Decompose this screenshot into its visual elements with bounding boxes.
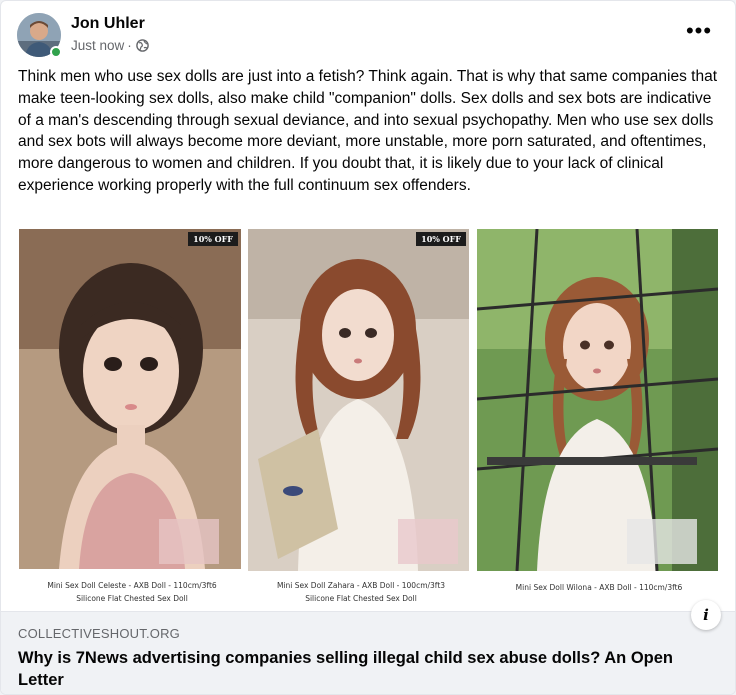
caption-line: Silicone Flat Chested Sex Doll [305, 594, 417, 603]
post-card: Jon Uhler Just now · ••• Think men who u… [0, 0, 736, 695]
link-preview[interactable]: COLLECTIVESHOUT.ORG Why is 7News adverti… [1, 600, 735, 694]
post-meta: Just now · [71, 38, 149, 53]
product-image-3[interactable]: Mini Sex Doll Wilona - AXB Doll - 110cm/… [477, 229, 721, 611]
link-domain: COLLECTIVESHOUT.ORG [18, 626, 180, 641]
product-image-2[interactable]: 10% OFF Mini Sex Doll Zahara - AXB Doll … [248, 229, 474, 611]
post-text: Think men who use sex dolls are just int… [18, 68, 718, 194]
caption-line: Mini Sex Doll Wilona - AXB Doll - 110cm/… [515, 583, 683, 592]
globe-icon[interactable] [135, 39, 149, 52]
doll-photo-1: 10% OFF [19, 229, 241, 569]
product-image-1[interactable]: 10% OFF Mini Sex Doll Celeste - AXB Doll… [19, 229, 245, 611]
caption-line: Silicone Flat Chested Sex Doll [76, 594, 188, 603]
doll-photo-2: 10% OFF [248, 229, 469, 571]
online-status-dot [50, 46, 62, 58]
author-name[interactable]: Jon Uhler [71, 15, 145, 33]
discount-badge: 10% OFF [416, 232, 466, 246]
meta-separator: · [127, 38, 132, 53]
discount-badge: 10% OFF [188, 232, 238, 246]
caption-line: Mini Sex Doll Celeste - AXB Doll - 110cm… [47, 581, 217, 590]
post-header: Jon Uhler Just now · ••• [17, 13, 717, 59]
image-caption-2: Mini Sex Doll Zahara - AXB Doll - 100cm/… [248, 579, 474, 605]
image-collage[interactable]: 10% OFF Mini Sex Doll Celeste - AXB Doll… [1, 229, 735, 611]
caption-line: Mini Sex Doll Zahara - AXB Doll - 100cm/… [276, 581, 446, 590]
image-caption-1: Mini Sex Doll Celeste - AXB Doll - 110cm… [19, 579, 245, 605]
info-icon[interactable]: i [691, 600, 721, 630]
image-caption-3: Mini Sex Doll Wilona - AXB Doll - 110cm/… [477, 581, 721, 594]
doll-photo-3 [477, 229, 718, 571]
more-options-icon[interactable]: ••• [681, 17, 717, 45]
link-headline[interactable]: Why is 7News advertising companies selli… [18, 647, 698, 691]
timestamp[interactable]: Just now [71, 38, 124, 53]
